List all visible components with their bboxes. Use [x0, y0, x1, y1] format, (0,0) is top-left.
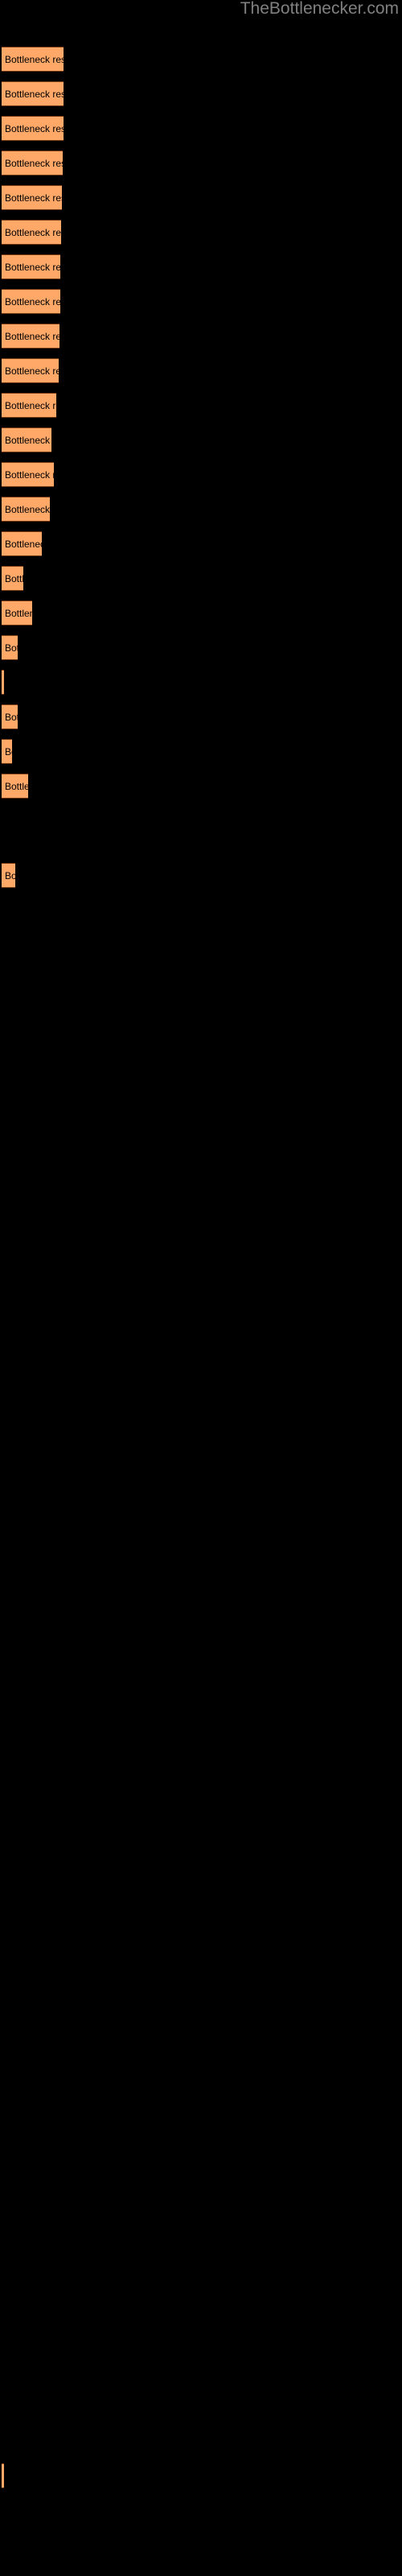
- bar-21: Bottleneck result: [2, 739, 12, 764]
- bar-label: Bottleneck result: [5, 157, 63, 169]
- bar-8: Bottleneck result: [2, 289, 60, 314]
- bar-4: Bottleneck result: [2, 151, 63, 175]
- bar-label: Bottleneck result: [5, 192, 62, 204]
- bar-label: Bottleneck result: [5, 53, 64, 65]
- bar-10: Bottleneck result: [2, 358, 59, 383]
- bar-label: Bottleneck result: [5, 295, 60, 308]
- bar-15: Bottleneck result: [2, 531, 42, 556]
- bar-17: Bottleneck result: [2, 601, 32, 625]
- bottleneck-bar-chart: TheBottlenecker.com Bottleneck resultBot…: [0, 0, 402, 2576]
- bar-19: Bottleneck result: [2, 670, 4, 695]
- bar-label: Bottleneck result: [5, 469, 54, 481]
- bar-1: Bottleneck result: [2, 47, 64, 72]
- bars-layer: Bottleneck result Bottleneck result Bottle…: [0, 0, 402, 2576]
- bar-label: Bottleneck result: [5, 745, 12, 758]
- bar-24: Bottleneck result: [2, 2463, 4, 2488]
- bar-23: Bottleneck result: [2, 863, 15, 888]
- bar-label: Bottleneck result: [5, 607, 32, 619]
- bar-13: Bottleneck result: [2, 462, 54, 487]
- bar-label: Bottleneck result: [5, 869, 15, 881]
- bar-20: Bottleneck result: [2, 704, 18, 729]
- bar-14: Bottleneck result: [2, 497, 50, 522]
- bar-12: Bottleneck result: [2, 427, 51, 452]
- bar-label: Bottleneck result: [5, 434, 51, 446]
- bar-6: Bottleneck result: [2, 220, 61, 245]
- bar-label: Bottleneck result: [5, 330, 59, 342]
- bar-label: Bottleneck result: [5, 780, 28, 792]
- bar-11: Bottleneck result: [2, 393, 56, 418]
- bar-label: Bottleneck result: [5, 538, 42, 550]
- bar-3: Bottleneck result: [2, 116, 64, 141]
- bar-label: Bottleneck result: [5, 711, 18, 723]
- bar-label: Bottleneck result: [5, 642, 18, 654]
- bar-5: Bottleneck result: [2, 185, 62, 210]
- bar-7: Bottleneck result: [2, 254, 60, 279]
- bar-label: Bottleneck result: [5, 226, 61, 238]
- bar-18: Bottleneck result: [2, 635, 18, 660]
- bar-label: Bottleneck result: [5, 399, 56, 411]
- bar-label: Bottleneck result: [5, 88, 64, 100]
- bar-label: Bottleneck result: [5, 122, 64, 134]
- bar-9: Bottleneck result: [2, 324, 59, 349]
- bar-label: Bottleneck result: [5, 365, 59, 377]
- bar-2: Bottleneck result: [2, 81, 64, 106]
- bar-16: Bottleneck result: [2, 566, 23, 591]
- bar-22: Bottleneck result: [2, 774, 28, 799]
- bar-label: Bottleneck result: [5, 261, 60, 273]
- bar-label: Bottleneck result: [5, 503, 50, 515]
- bar-label: Bottleneck result: [5, 572, 23, 584]
